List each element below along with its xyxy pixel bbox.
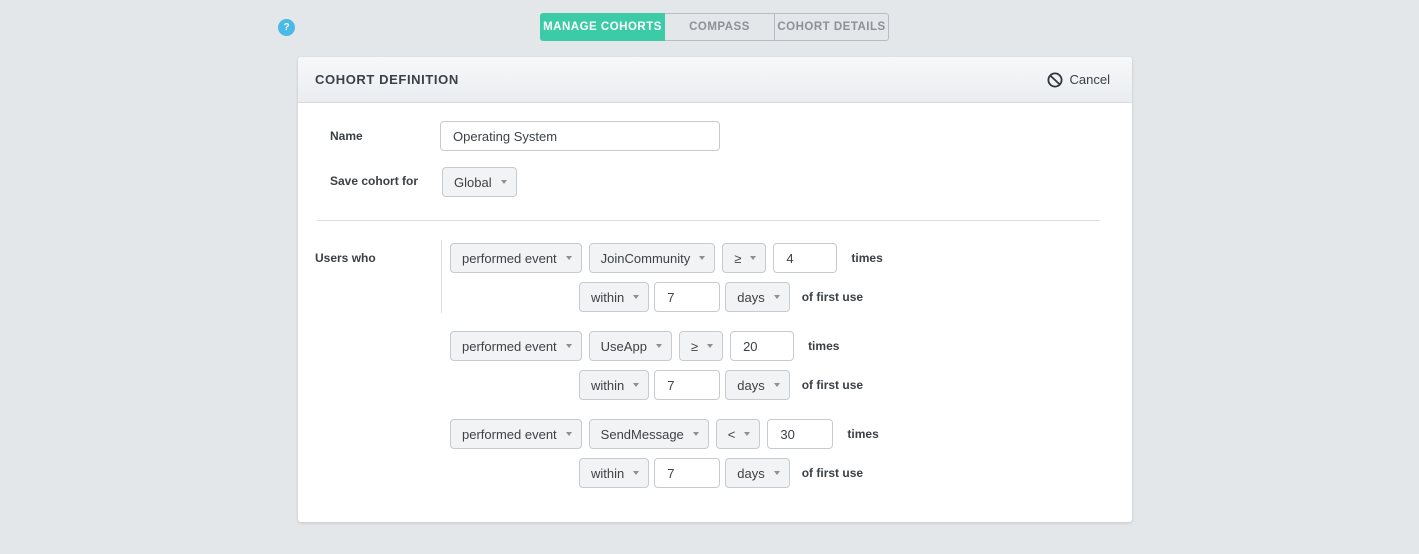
unit-dropdown[interactable]: days	[725, 282, 789, 312]
save-cohort-for-value: Global	[454, 175, 492, 190]
chevron-down-icon	[633, 383, 639, 387]
condition-within-row: within days of first use	[579, 370, 863, 400]
of-first-use-label: of first use	[802, 466, 863, 480]
save-cohort-for-dropdown[interactable]: Global	[442, 167, 517, 197]
cohort-definition-panel: COHORT DEFINITION Cancel Name Save cohor…	[298, 57, 1132, 522]
tab-cohort-details[interactable]: COHORT DETAILS	[774, 14, 888, 40]
cancel-icon	[1047, 72, 1063, 88]
chevron-down-icon	[566, 344, 572, 348]
chevron-down-icon	[774, 471, 780, 475]
tab-compass[interactable]: COMPASS	[665, 14, 774, 40]
unit-value: days	[737, 290, 764, 305]
event-dropdown[interactable]: SendMessage	[589, 419, 709, 449]
within-value: within	[591, 378, 624, 393]
chevron-down-icon	[501, 180, 507, 184]
within-dropdown[interactable]: within	[579, 282, 649, 312]
action-value: performed event	[462, 339, 557, 354]
tab-inactive-group: COMPASS COHORT DETAILS	[665, 13, 889, 41]
operator-dropdown[interactable]: ≥	[679, 331, 723, 361]
operator-value: ≥	[691, 339, 698, 354]
panel-title: COHORT DEFINITION	[315, 72, 459, 87]
chevron-down-icon	[693, 432, 699, 436]
times-label: times	[808, 339, 839, 353]
within-count-input[interactable]	[654, 282, 720, 312]
chevron-down-icon	[633, 471, 639, 475]
of-first-use-label: of first use	[802, 378, 863, 392]
times-label: times	[851, 251, 882, 265]
within-value: within	[591, 290, 624, 305]
count-input[interactable]	[767, 419, 833, 449]
section-divider	[317, 220, 1100, 221]
unit-value: days	[737, 378, 764, 393]
unit-value: days	[737, 466, 764, 481]
operator-dropdown[interactable]: <	[716, 419, 761, 449]
operator-dropdown[interactable]: ≥	[722, 243, 766, 273]
event-value: JoinCommunity	[601, 251, 691, 266]
cancel-label: Cancel	[1070, 72, 1110, 87]
within-count-input[interactable]	[654, 458, 720, 488]
within-dropdown[interactable]: within	[579, 458, 649, 488]
operator-value: <	[728, 427, 736, 442]
chevron-down-icon	[566, 256, 572, 260]
save-cohort-for-label: Save cohort for	[330, 174, 418, 188]
chevron-down-icon	[699, 256, 705, 260]
unit-dropdown[interactable]: days	[725, 458, 789, 488]
chevron-down-icon	[707, 344, 713, 348]
condition-group-divider	[441, 240, 442, 313]
users-who-label: Users who	[315, 251, 376, 265]
panel-body: Name Save cohort for Global Users who pe…	[298, 103, 1132, 521]
action-dropdown[interactable]: performed event	[450, 419, 582, 449]
condition-row: performed event UseApp ≥ times	[450, 331, 839, 361]
chevron-down-icon	[774, 383, 780, 387]
count-input[interactable]	[773, 243, 837, 273]
count-input[interactable]	[730, 331, 794, 361]
chevron-down-icon	[656, 344, 662, 348]
operator-value: ≥	[734, 251, 741, 266]
tab-manage-cohorts[interactable]: MANAGE COHORTS	[540, 13, 665, 41]
condition-row: performed event JoinCommunity ≥ times	[450, 243, 883, 273]
chevron-down-icon	[750, 256, 756, 260]
condition-row: performed event SendMessage < times	[450, 419, 879, 449]
within-dropdown[interactable]: within	[579, 370, 649, 400]
within-count-input[interactable]	[654, 370, 720, 400]
times-label: times	[847, 427, 878, 441]
name-label: Name	[330, 129, 363, 143]
help-question-icon: ?	[283, 22, 289, 33]
panel-header: COHORT DEFINITION Cancel	[298, 57, 1132, 103]
event-value: UseApp	[601, 339, 647, 354]
condition-within-row: within days of first use	[579, 458, 863, 488]
chevron-down-icon	[566, 432, 572, 436]
event-value: SendMessage	[601, 427, 684, 442]
action-value: performed event	[462, 427, 557, 442]
unit-dropdown[interactable]: days	[725, 370, 789, 400]
event-dropdown[interactable]: JoinCommunity	[589, 243, 716, 273]
cohort-name-input[interactable]	[440, 121, 720, 151]
help-button[interactable]: ?	[278, 19, 295, 36]
of-first-use-label: of first use	[802, 290, 863, 304]
chevron-down-icon	[774, 295, 780, 299]
tab-bar: MANAGE COHORTS COMPASS COHORT DETAILS	[540, 13, 889, 41]
action-dropdown[interactable]: performed event	[450, 243, 582, 273]
within-value: within	[591, 466, 624, 481]
event-dropdown[interactable]: UseApp	[589, 331, 672, 361]
condition-within-row: within days of first use	[579, 282, 863, 312]
action-dropdown[interactable]: performed event	[450, 331, 582, 361]
action-value: performed event	[462, 251, 557, 266]
cancel-button[interactable]: Cancel	[1047, 72, 1110, 88]
chevron-down-icon	[744, 432, 750, 436]
chevron-down-icon	[633, 295, 639, 299]
